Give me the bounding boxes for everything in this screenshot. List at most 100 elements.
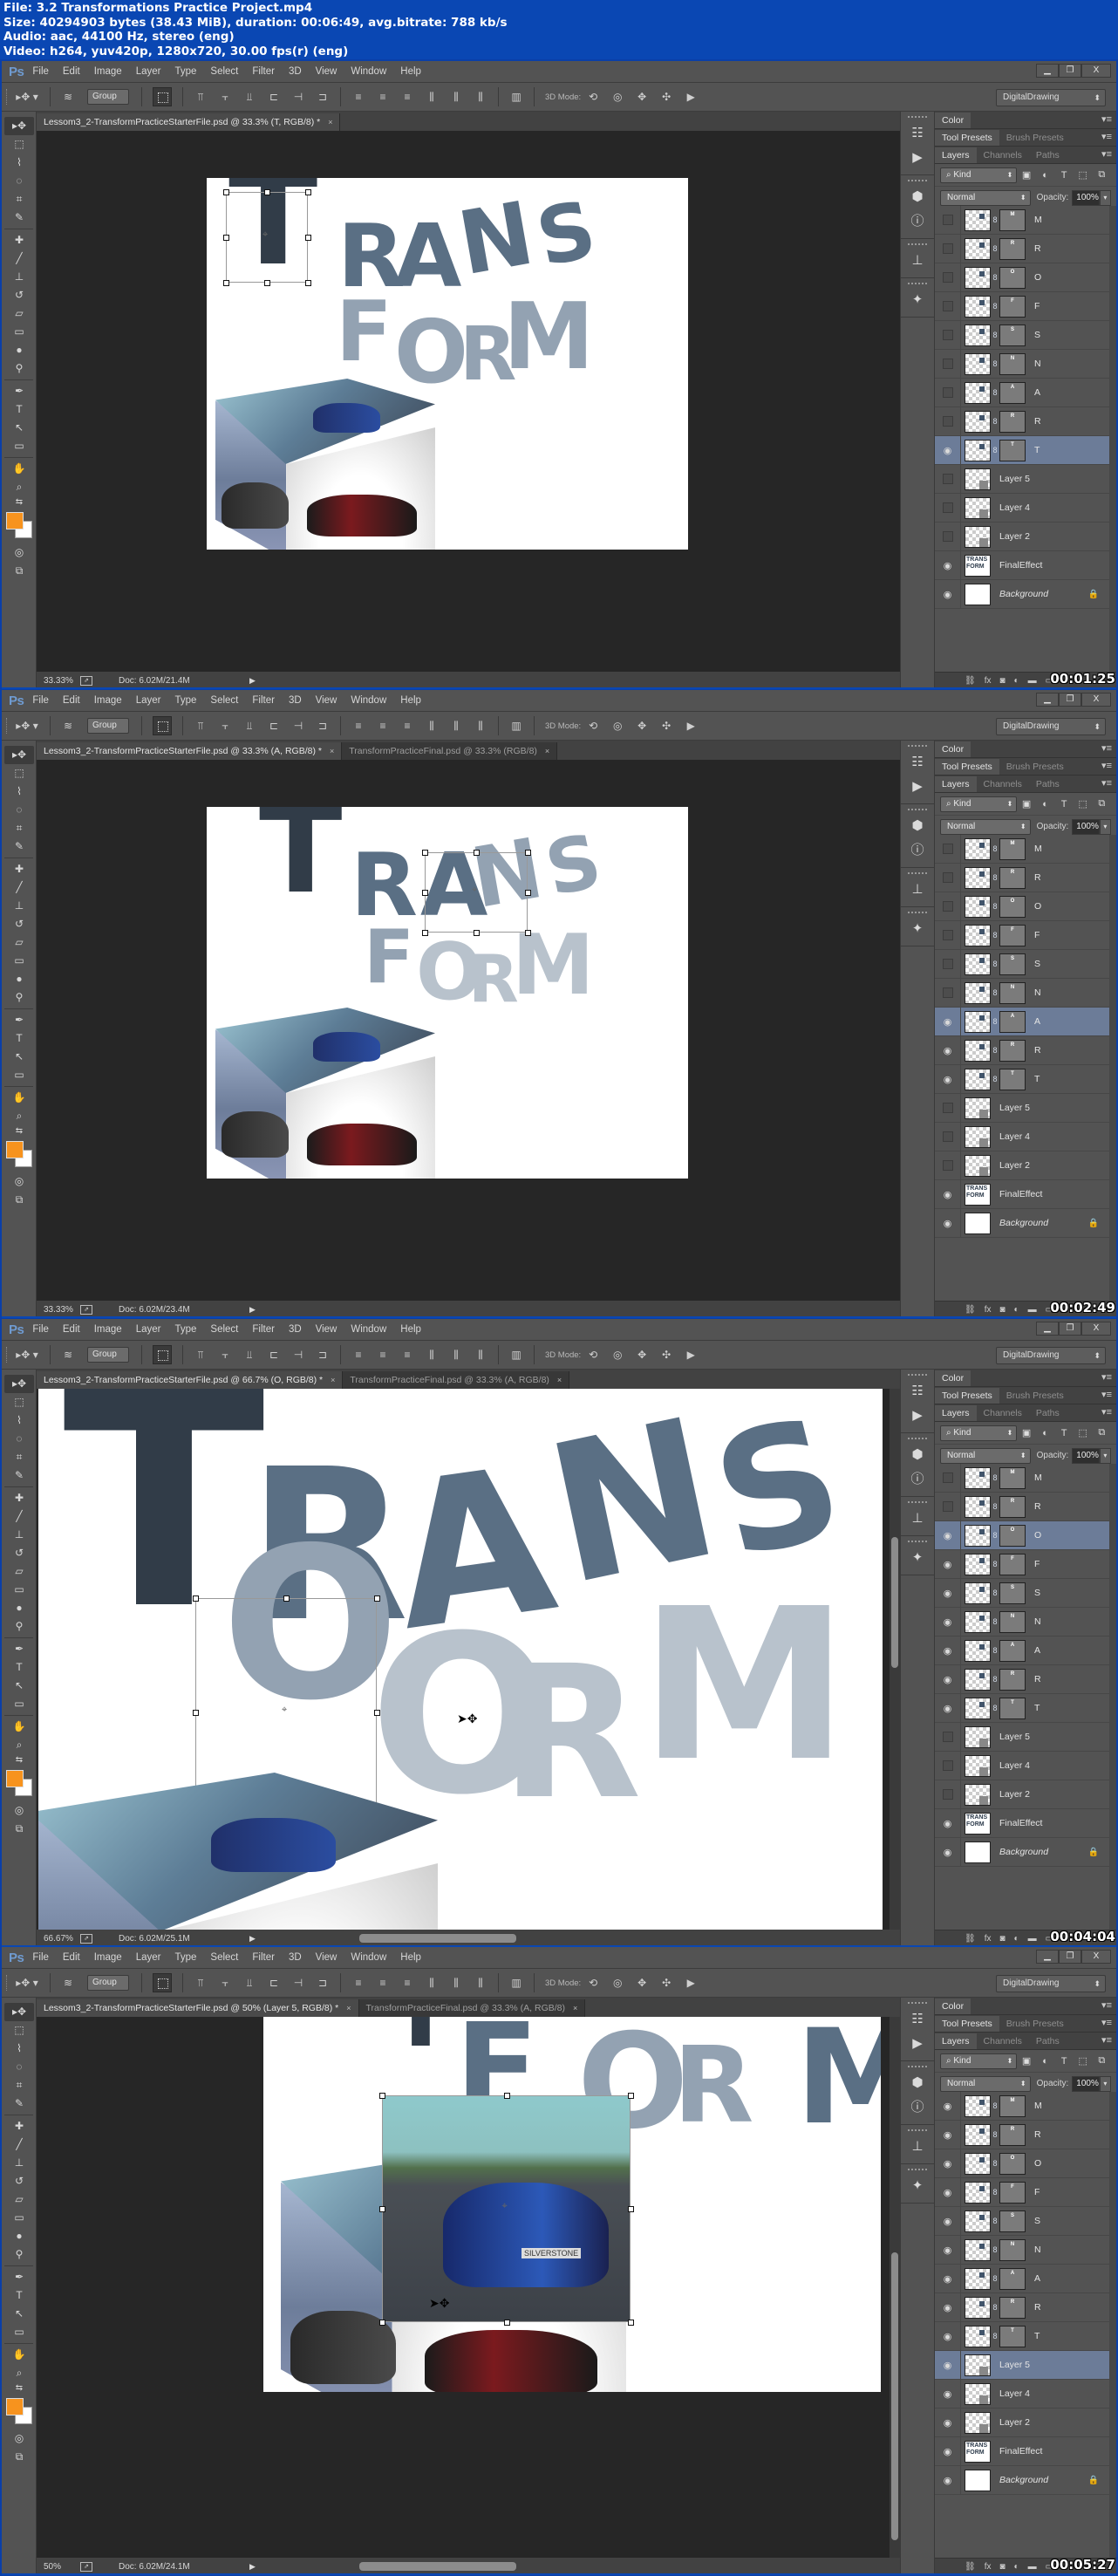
move-tool-icon[interactable]: ▸✥ (4, 2003, 34, 2021)
menu-type[interactable]: Type (174, 695, 196, 706)
clone-stamp-tool-icon[interactable]: ⊥ (4, 2154, 34, 2172)
mask-link-icon[interactable]: 8 (991, 1560, 999, 1568)
panel-menu-icon[interactable]: ▾≡ (1101, 777, 1112, 789)
close-button[interactable]: X (1081, 1950, 1111, 1964)
dock-grip[interactable] (908, 809, 927, 812)
brush-panel-icon[interactable]: ✦ (901, 2174, 934, 2198)
layer-row[interactable]: 8RR (935, 1492, 1109, 1521)
distribute-left-icon[interactable]: ⫼ (424, 719, 440, 733)
3d-roll-icon[interactable]: ◎ (610, 90, 625, 104)
layer-visibility-toggle[interactable]: ◉ (935, 1007, 961, 1036)
mask-link-icon[interactable]: 8 (991, 1675, 999, 1684)
horizontal-scrollbar[interactable] (359, 1934, 516, 1943)
layer-visibility-toggle[interactable]: ◉ (935, 1607, 961, 1636)
path-selection-tool-icon[interactable]: ↖ (4, 1677, 34, 1695)
layer-row[interactable]: Layer 4 (935, 493, 1109, 523)
type-filter-icon[interactable]: T (1054, 1428, 1074, 1438)
layer-row[interactable]: ◉ 8 N N (935, 1607, 1109, 1636)
layer-row[interactable]: ◉ 8 R R (935, 2120, 1109, 2149)
layer-visibility-toggle[interactable]: ◉ (935, 1179, 961, 1209)
layer-visibility-toggle[interactable] (935, 349, 961, 379)
blur-tool-icon[interactable]: ● (4, 970, 34, 988)
foreground-color-swatch[interactable] (6, 2398, 24, 2415)
dock-grip[interactable] (908, 1501, 927, 1505)
align-top-icon[interactable]: ⫪ (193, 1348, 208, 1362)
mask-link-icon[interactable]: 8 (991, 2217, 999, 2225)
rectangle-tool-icon[interactable]: ▭ (4, 437, 34, 455)
layers-scrollbar[interactable] (1109, 835, 1116, 1301)
shape-filter-icon[interactable]: ⬚ (1074, 1427, 1093, 1438)
layer-visibility-toggle[interactable] (935, 1151, 961, 1180)
new-adjustment-icon[interactable]: ◐ (1014, 676, 1019, 686)
marquee-tool-icon[interactable]: ⬚ (4, 764, 34, 782)
tab-layers[interactable]: Layers (935, 1405, 977, 1421)
tab-channels[interactable]: Channels (977, 147, 1029, 163)
history-panel-icon[interactable]: ☷ (901, 1379, 934, 1404)
type-tool-icon[interactable]: T (4, 1658, 34, 1677)
actions-panel-icon[interactable]: ▶ (901, 146, 934, 170)
mask-link-icon[interactable]: 8 (991, 1046, 999, 1055)
add-mask-icon[interactable]: ◙ (999, 676, 1005, 686)
restore-button[interactable]: ❐ (1059, 1950, 1081, 1964)
layer-mask-thumbnail[interactable]: O (999, 2152, 1026, 2175)
layer-mask-thumbnail[interactable]: F (999, 295, 1026, 318)
layer-mask-thumbnail[interactable]: N (999, 981, 1026, 1004)
distribute-vcenter-icon[interactable]: ≡ (375, 1348, 391, 1362)
layer-mask-thumbnail[interactable]: A (999, 381, 1026, 404)
crop-tool-icon[interactable]: ⌗ (4, 190, 34, 208)
close-tab-icon[interactable]: × (346, 2004, 351, 2012)
close-tab-icon[interactable]: × (545, 747, 549, 755)
layer-visibility-toggle[interactable]: ◉ (935, 2292, 961, 2322)
dock-grip[interactable] (908, 1438, 927, 1441)
layer-mask-thumbnail[interactable]: T (999, 2325, 1026, 2347)
transform-handle[interactable] (422, 890, 428, 896)
document-tab[interactable]: Lessom3_2-TransformPracticeStarterFile.p… (37, 113, 341, 131)
panel-menu-icon[interactable]: ▾≡ (1101, 2017, 1112, 2028)
3d-camera-icon[interactable]: ▶ (683, 90, 699, 104)
add-mask-icon[interactable]: ◙ (999, 1934, 1005, 1944)
eraser-tool-icon[interactable]: ▱ (4, 1562, 34, 1581)
layer-mask-thumbnail[interactable]: R (999, 1039, 1026, 1062)
type-filter-icon[interactable]: T (1054, 2056, 1074, 2067)
type-tool-icon[interactable]: T (4, 1029, 34, 1048)
mask-link-icon[interactable]: 8 (991, 417, 999, 426)
mask-link-icon[interactable]: 8 (991, 1473, 999, 1482)
3d-slide-icon[interactable]: ✣ (658, 719, 674, 733)
type-tool-icon[interactable]: T (4, 2286, 34, 2305)
layer-row[interactable]: ◉ 8 R R (935, 2292, 1109, 2322)
layer-kind-filter[interactable]: ⌕ Kind (940, 167, 1018, 183)
align-right-icon[interactable]: ⊐ (315, 719, 331, 733)
panel-menu-icon[interactable]: ▾≡ (1101, 1389, 1112, 1400)
layer-visibility-toggle[interactable]: ◉ (935, 1520, 961, 1550)
layer-visibility-toggle[interactable] (935, 522, 961, 551)
layer-visibility-toggle[interactable]: ◉ (935, 2206, 961, 2236)
close-button[interactable]: X (1081, 693, 1111, 707)
layer-visibility-toggle[interactable] (935, 1722, 961, 1752)
link-layers-icon[interactable]: ⛓ (965, 676, 976, 686)
panel-menu-icon[interactable]: ▾≡ (1101, 1371, 1112, 1383)
tab-color[interactable]: Color (935, 1999, 971, 2014)
3d-rotate-icon[interactable]: ⟲ (585, 1348, 601, 1362)
lasso-tool-icon[interactable]: ⌇ (4, 2040, 34, 2058)
transform-handle[interactable] (379, 2206, 385, 2212)
restore-button[interactable]: ❐ (1059, 693, 1081, 707)
layer-mask-thumbnail[interactable]: S (999, 1582, 1026, 1604)
layer-row[interactable]: ◉ Background 🔒 (935, 1208, 1109, 1238)
3d-panel-icon[interactable]: ⬢ (901, 2071, 934, 2095)
layer-mask-thumbnail[interactable]: T (999, 1697, 1026, 1719)
history-brush-tool-icon[interactable]: ↺ (4, 915, 34, 933)
status-menu-arrow-icon[interactable]: ▶ (249, 2562, 256, 2572)
status-menu-arrow-icon[interactable]: ▶ (249, 1305, 256, 1315)
healing-brush-tool-icon[interactable]: ✚ (4, 860, 34, 878)
link-layers-icon[interactable]: ⛓ (965, 1305, 976, 1315)
healing-brush-tool-icon[interactable]: ✚ (4, 231, 34, 249)
transform-handle[interactable] (379, 2320, 385, 2326)
layer-row[interactable]: Layer 2 (935, 1151, 1109, 1180)
zoom-tool-icon[interactable]: ⌕ (4, 1107, 34, 1125)
layer-mask-thumbnail[interactable]: M (999, 1466, 1026, 1489)
screen-mode-icon[interactable]: ⧉ (4, 1820, 34, 1838)
layer-row[interactable]: Layer 2 (935, 1780, 1109, 1809)
options-grip[interactable] (6, 1975, 10, 1991)
layer-visibility-toggle[interactable]: ◉ (935, 2436, 961, 2466)
clone-source-panel-icon[interactable]: ⊥ (901, 249, 934, 273)
